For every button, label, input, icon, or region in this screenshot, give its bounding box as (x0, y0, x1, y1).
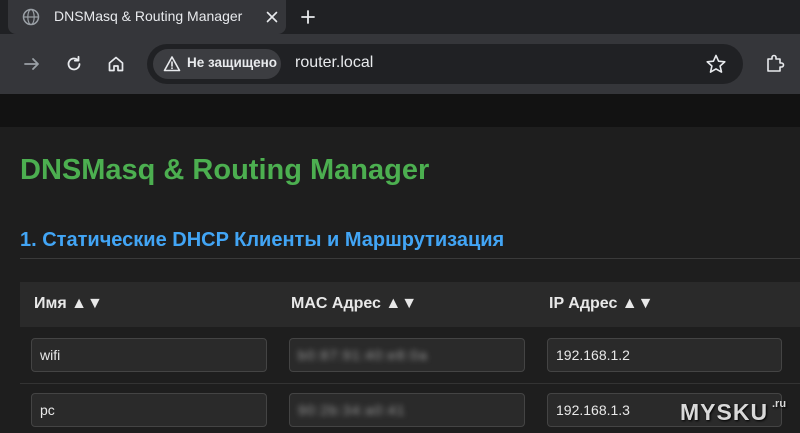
address-bar[interactable]: Не защищено router.local (147, 44, 743, 84)
extensions-puzzle-icon[interactable] (764, 52, 786, 74)
bookmark-star-icon[interactable] (705, 53, 727, 75)
home-icon (108, 56, 124, 72)
url-text[interactable]: router.local (295, 54, 373, 72)
reload-icon (67, 55, 81, 71)
plus-icon (301, 10, 315, 24)
security-indicator[interactable]: Не защищено (153, 49, 281, 79)
arrow-right-icon (24, 58, 39, 70)
mac-input[interactable]: 90:2b:34:a0:41 (289, 393, 525, 427)
tab-strip: DNSMasq & Routing Manager (0, 0, 800, 34)
home-button[interactable] (104, 52, 128, 76)
browser-toolbar: Не защищено router.local (0, 34, 800, 94)
browser-tab[interactable]: DNSMasq & Routing Manager (8, 0, 286, 34)
close-icon (266, 11, 278, 23)
tab-close-button[interactable] (262, 7, 282, 27)
warning-icon (163, 56, 181, 72)
watermark-suffix: .ru (772, 398, 787, 410)
table-header: Имя ▲▼ MAC Адрес ▲▼ IP Адрес ▲▼ (20, 282, 800, 327)
forward-button[interactable] (20, 52, 44, 76)
name-input[interactable]: wifi (31, 338, 267, 372)
row-separator (20, 383, 800, 384)
new-tab-button[interactable] (296, 5, 320, 29)
column-header-mac[interactable]: MAC Адрес ▲▼ (291, 295, 417, 313)
mac-value-blurred: 90:2b:34:a0:41 (298, 402, 406, 418)
tab-title: DNSMasq & Routing Manager (54, 8, 243, 24)
ip-input[interactable]: 192.168.1.2 (547, 338, 782, 372)
page-title: DNSMasq & Routing Manager (20, 154, 430, 186)
globe-icon (22, 8, 40, 26)
reload-button[interactable] (62, 52, 86, 76)
name-input[interactable]: pc (31, 393, 267, 427)
security-label: Не защищено (187, 55, 278, 70)
watermark-logo: MYSKU (680, 399, 769, 425)
mac-input[interactable]: b0:87:91:40:e8:0a (289, 338, 525, 372)
section-title-static-dhcp: 1. Статические DHCP Клиенты и Маршрутиза… (20, 229, 505, 251)
mac-value-blurred: b0:87:91:40:e8:0a (298, 347, 428, 363)
section-divider (20, 258, 800, 259)
column-header-name[interactable]: Имя ▲▼ (34, 295, 103, 313)
column-header-ip[interactable]: IP Адрес ▲▼ (549, 295, 653, 313)
